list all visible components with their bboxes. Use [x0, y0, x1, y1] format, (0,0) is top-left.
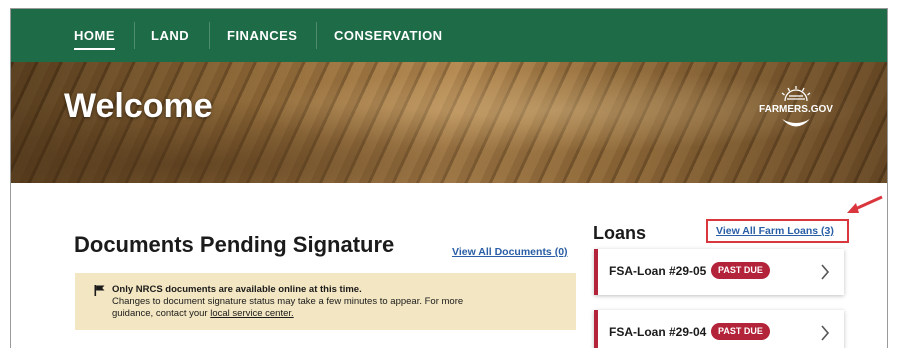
- page-title: Welcome: [64, 87, 213, 125]
- farmers-gov-logo[interactable]: FARMERS.GOV: [758, 84, 834, 136]
- notice-heading: Only NRCS documents are available online…: [112, 284, 362, 295]
- notice-text-2: guidance, contact your local service cen…: [112, 308, 294, 319]
- nav-divider: [134, 22, 135, 49]
- past-due-badge: PAST DUE: [711, 262, 770, 279]
- loan-card[interactable]: FSA-Loan #29-05 PAST DUE: [594, 249, 844, 295]
- nav-divider: [209, 22, 210, 49]
- logo-text: FARMERS.GOV: [759, 104, 833, 115]
- main-nav: HOME LAND FINANCES CONSERVATION: [11, 9, 887, 62]
- nav-divider: [316, 22, 317, 49]
- nav-land[interactable]: LAND: [151, 9, 189, 62]
- loan-card[interactable]: FSA-Loan #29-04 PAST DUE: [594, 310, 844, 348]
- view-all-documents-link[interactable]: View All Documents (0): [452, 246, 568, 258]
- documents-pending-title: Documents Pending Signature: [74, 232, 395, 257]
- notice-text: Changes to document signature status may…: [112, 296, 464, 307]
- loan-name: FSA-Loan #29-04: [609, 325, 707, 339]
- chevron-right-icon: [821, 325, 830, 341]
- chevron-right-icon: [821, 264, 830, 280]
- notice-text-prefix: guidance, contact your: [112, 308, 211, 319]
- local-service-center-link[interactable]: local service center.: [210, 308, 293, 319]
- hero-banner: Welcome FARMERS.GOV: [11, 62, 887, 183]
- browser-frame: HOME LAND FINANCES CONSERVATION Welcome: [10, 8, 888, 348]
- nrcs-notice: Only NRCS documents are available online…: [75, 273, 576, 330]
- nav-home[interactable]: HOME: [74, 9, 115, 62]
- past-due-badge: PAST DUE: [711, 323, 770, 340]
- loan-name: FSA-Loan #29-05: [609, 264, 707, 278]
- annotation-highlight-box: [706, 219, 849, 243]
- nav-finances[interactable]: FINANCES: [227, 9, 297, 62]
- flag-icon: [94, 285, 105, 296]
- annotation-arrow-icon: [847, 195, 883, 213]
- loans-title: Loans: [593, 223, 647, 243]
- nav-conservation[interactable]: CONSERVATION: [334, 9, 443, 62]
